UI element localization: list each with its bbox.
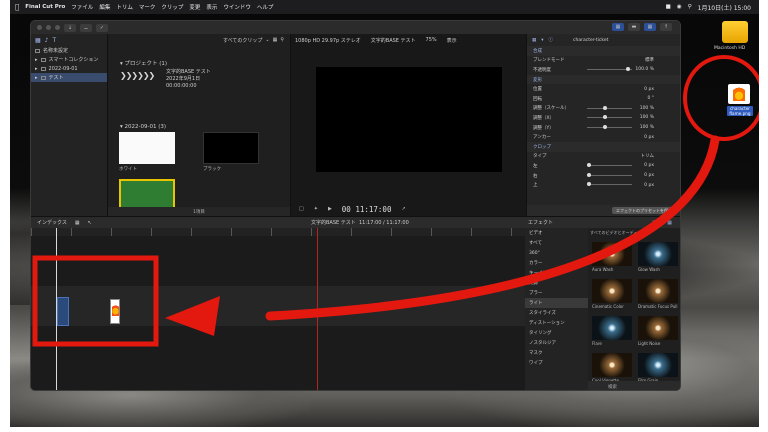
annotation-arrow-shaft (265, 135, 720, 321)
annotation-overlay (32, 55, 759, 347)
annotation-circle (683, 55, 759, 141)
screenshot-frame:  Final Cut Pro ファイル 編集 トリム マーク クリップ 変更 … (10, 0, 759, 427)
annotation-highlight-box (32, 255, 159, 347)
annotation-arrow-head (165, 296, 220, 336)
